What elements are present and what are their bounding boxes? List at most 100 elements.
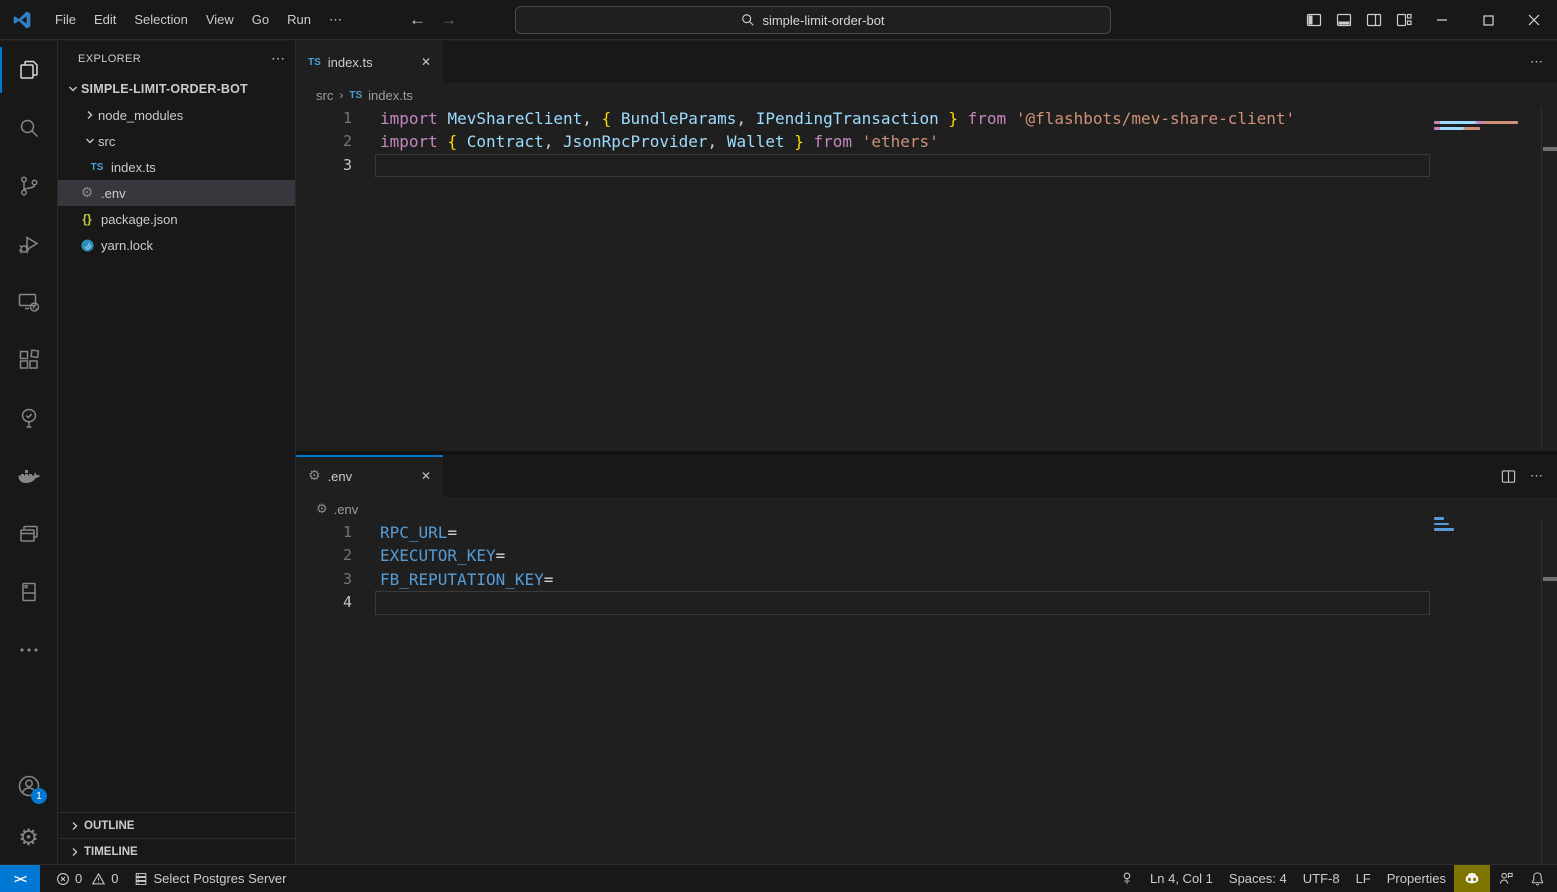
minimap[interactable]: [1434, 121, 1538, 133]
tree-item-yarn-lock[interactable]: yarn.lock: [58, 232, 295, 258]
error-count: 0: [75, 871, 82, 886]
menu-run[interactable]: Run: [278, 8, 320, 31]
source-control-icon[interactable]: [0, 157, 57, 215]
tree-item-env[interactable]: ⚙ .env: [58, 180, 295, 206]
line-number: 2: [296, 544, 352, 567]
postgres-server-selector[interactable]: Select Postgres Server: [126, 865, 294, 892]
line-number: 3: [296, 154, 352, 177]
tree-item-label: yarn.lock: [101, 238, 153, 253]
ports-indicator[interactable]: [1112, 865, 1142, 892]
remote-explorer-icon[interactable]: [0, 273, 57, 331]
typescript-file-icon: TS: [88, 162, 106, 173]
breadcrumb-file[interactable]: index.ts: [368, 88, 413, 103]
toggle-sidebar-icon[interactable]: [1299, 0, 1329, 40]
tree-item-index-ts[interactable]: TS index.ts: [58, 154, 295, 180]
editor-more-actions-icon[interactable]: ⋯: [1530, 54, 1543, 70]
more-views-icon[interactable]: [0, 621, 57, 679]
menu-view[interactable]: View: [197, 8, 243, 31]
code-line[interactable]: 1import MevShareClient, { BundleParams, …: [296, 107, 1557, 130]
toggle-secondary-sidebar-icon[interactable]: [1359, 0, 1389, 40]
gear-file-icon: ⚙: [78, 186, 96, 200]
minimap-line: [1434, 127, 1480, 130]
feedback-icon: [1498, 871, 1514, 886]
minimap-line: [1434, 523, 1449, 526]
activity-bar-spacer: [0, 679, 57, 760]
tree-item-label: src: [98, 134, 115, 149]
problems-indicator[interactable]: 0 0: [48, 865, 126, 892]
root-folder-label: SIMPLE-LIMIT-ORDER-BOT: [81, 82, 248, 96]
tree-item-label: index.ts: [111, 160, 156, 175]
eol-setting[interactable]: LF: [1348, 865, 1379, 892]
line-number: 1: [296, 107, 352, 130]
menu-more[interactable]: ⋯: [320, 8, 351, 32]
extensions-icon[interactable]: [0, 331, 57, 389]
code-line[interactable]: 1RPC_URL=: [296, 521, 1557, 544]
menu-go[interactable]: Go: [243, 8, 278, 31]
split-editor-icon[interactable]: [1501, 469, 1516, 484]
tab-label: .env: [328, 469, 353, 484]
code-line[interactable]: 3: [296, 154, 1557, 177]
accounts-icon[interactable]: 1: [0, 760, 57, 812]
typescript-file-icon: TS: [308, 57, 321, 68]
feedback-indicator[interactable]: [1490, 865, 1522, 892]
explorer-icon[interactable]: [0, 41, 57, 99]
code-line[interactable]: 3FB_REPUTATION_KEY=: [296, 568, 1557, 591]
code-editor-env[interactable]: 1RPC_URL=2EXECUTOR_KEY=3FB_REPUTATION_KE…: [296, 521, 1557, 615]
database-panel-icon[interactable]: [0, 563, 57, 621]
command-center-search[interactable]: simple-limit-order-bot: [515, 6, 1111, 34]
line-number: 4: [296, 591, 352, 614]
scrollbar[interactable]: [1541, 107, 1557, 451]
menu-file[interactable]: File: [46, 8, 85, 31]
minimize-icon[interactable]: [1419, 0, 1465, 40]
settings-gear-icon[interactable]: ⚙: [0, 812, 57, 864]
code-editor-index-ts[interactable]: 1import MevShareClient, { BundleParams, …: [296, 107, 1557, 177]
close-tab-icon[interactable]: ✕: [421, 55, 431, 69]
forward-arrow-icon[interactable]: →: [440, 10, 457, 30]
tree-root-folder[interactable]: SIMPLE-LIMIT-ORDER-BOT: [58, 76, 295, 102]
chevron-right-icon: [66, 821, 84, 831]
line-number: 1: [296, 521, 352, 544]
code-line[interactable]: 4: [296, 591, 1557, 614]
editor-group-bottom: ⚙ .env ✕ ⋯ ⚙ .env 1RPC_URL=2EXECUTOR_KEY…: [296, 455, 1557, 864]
search-sidebar-icon[interactable]: [0, 99, 57, 157]
breadcrumb-separator-icon: ›: [339, 88, 343, 102]
tab-index-ts[interactable]: TS index.ts ✕: [296, 41, 443, 83]
explorer-more-actions-icon[interactable]: ⋯: [271, 50, 287, 67]
cursor-position[interactable]: Ln 4, Col 1: [1142, 865, 1221, 892]
editor-windows-icon[interactable]: [0, 505, 57, 563]
tree-item-package-json[interactable]: {} package.json: [58, 206, 295, 232]
breadcrumb-file[interactable]: .env: [334, 502, 359, 517]
menu-edit[interactable]: Edit: [85, 8, 125, 31]
maximize-icon[interactable]: [1465, 0, 1511, 40]
tree-item-node-modules[interactable]: node_modules: [58, 102, 295, 128]
back-arrow-icon[interactable]: ←: [409, 10, 426, 30]
notifications-indicator[interactable]: [1522, 865, 1557, 892]
scrollbar[interactable]: [1541, 521, 1557, 864]
chevron-down-icon: [82, 136, 98, 146]
indentation-setting[interactable]: Spaces: 4: [1221, 865, 1295, 892]
copilot-status[interactable]: [1454, 865, 1490, 892]
close-icon[interactable]: [1511, 0, 1557, 40]
outline-section[interactable]: OUTLINE: [58, 812, 295, 838]
remote-window-indicator[interactable]: ><: [0, 865, 40, 892]
tab-env[interactable]: ⚙ .env ✕: [296, 455, 443, 497]
menu-selection[interactable]: Selection: [125, 8, 196, 31]
editor-more-actions-icon[interactable]: ⋯: [1530, 468, 1543, 484]
breadcrumb-folder[interactable]: src: [316, 88, 333, 103]
search-text: simple-limit-order-bot: [762, 13, 884, 28]
run-debug-icon[interactable]: [0, 215, 57, 273]
code-line[interactable]: 2EXECUTOR_KEY=: [296, 544, 1557, 567]
docker-icon[interactable]: [0, 447, 57, 505]
todo-tree-icon[interactable]: [0, 389, 57, 447]
tree-item-src[interactable]: src: [58, 128, 295, 154]
close-tab-icon[interactable]: ✕: [421, 469, 431, 483]
vscode-logo-icon: [12, 10, 32, 30]
customize-layout-icon[interactable]: [1389, 0, 1419, 40]
code-line[interactable]: 2import { Contract, JsonRpcProvider, Wal…: [296, 130, 1557, 153]
language-mode[interactable]: Properties: [1379, 865, 1454, 892]
encoding-setting[interactable]: UTF-8: [1295, 865, 1348, 892]
minimap[interactable]: [1434, 517, 1538, 534]
overview-ruler-cursor-marker: [1543, 147, 1557, 151]
toggle-panel-icon[interactable]: [1329, 0, 1359, 40]
timeline-section[interactable]: TIMELINE: [58, 838, 295, 864]
